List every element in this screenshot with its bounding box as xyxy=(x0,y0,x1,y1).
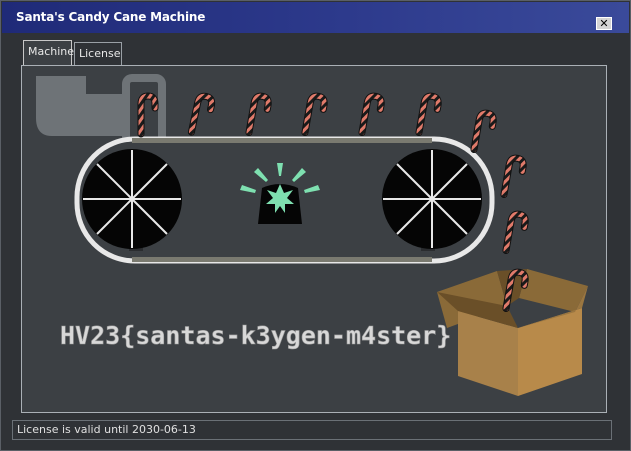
tab-machine-label: Machine xyxy=(28,45,75,58)
candy-cane-icon xyxy=(249,95,269,135)
machine-panel: HV23{santas-k3ygen-m4ster} xyxy=(21,65,607,413)
tab-license-label: License xyxy=(79,47,121,60)
flag-text: HV23{santas-k3ygen-m4ster} xyxy=(60,321,451,350)
candy-cane-icon xyxy=(506,213,526,253)
candy-cane-icon xyxy=(474,112,494,152)
right-wheel xyxy=(382,149,482,249)
tab-license[interactable]: License xyxy=(74,42,122,66)
machine-canvas: HV23{santas-k3ygen-m4ster} xyxy=(36,74,588,396)
left-wheel xyxy=(82,149,182,249)
candy-cane-icon xyxy=(191,95,213,135)
close-button[interactable]: ✕ xyxy=(596,17,612,30)
candy-cane-icon xyxy=(362,95,382,135)
candy-cane-icon xyxy=(305,95,325,135)
license-status-text: License is valid until 2030-06-13 xyxy=(17,423,196,436)
close-icon: ✕ xyxy=(599,17,609,30)
candy-cane-icon xyxy=(141,96,155,134)
status-bar: License is valid until 2030-06-13 xyxy=(12,420,612,440)
candy-cane-icon xyxy=(504,157,524,197)
candy-cane-icon xyxy=(419,95,439,135)
app-window: Santa's Candy Cane Machine ✕ Machine Lic… xyxy=(0,0,631,451)
title-bar[interactable]: Santa's Candy Cane Machine ✕ xyxy=(2,2,629,33)
window-title: Santa's Candy Cane Machine xyxy=(16,10,206,24)
tab-machine[interactable]: Machine xyxy=(23,40,75,66)
